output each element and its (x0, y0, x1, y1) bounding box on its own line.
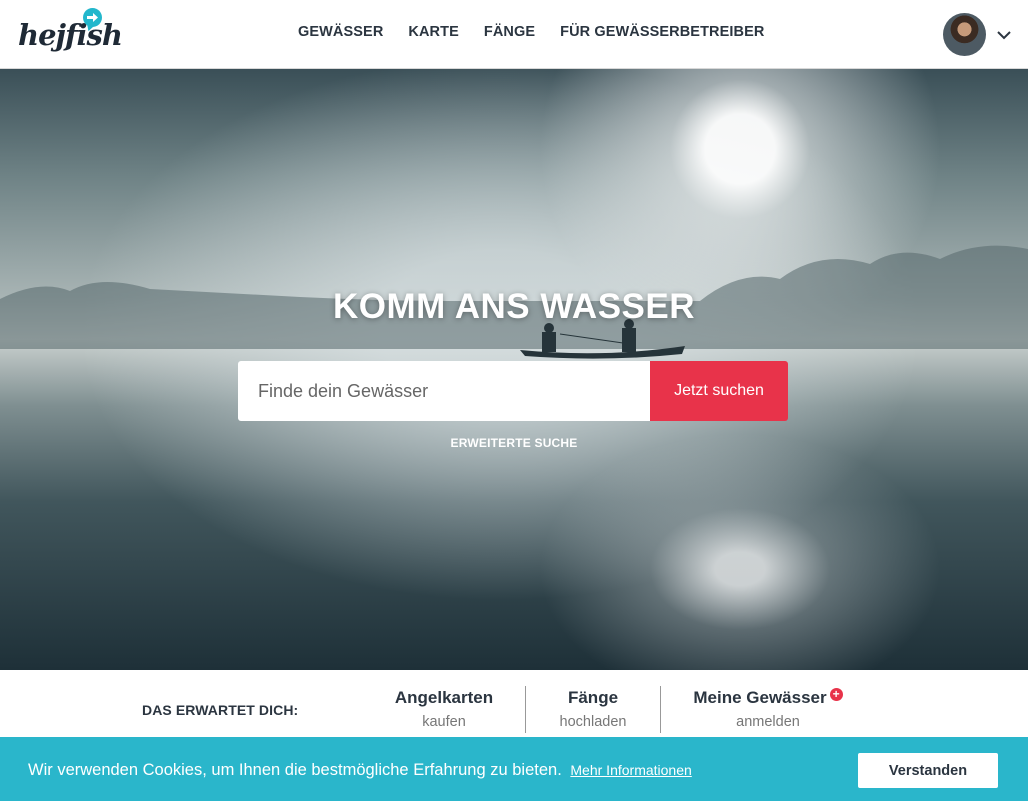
feature-title: Fänge (567, 688, 619, 707)
feature-title: Meine Gewässer (693, 688, 827, 707)
speech-bubble-icon (83, 8, 102, 27)
feature-divider (525, 686, 526, 733)
chevron-down-icon[interactable] (994, 25, 1014, 45)
feature-subtitle: kaufen (422, 714, 466, 730)
cookie-accept-button[interactable]: Verstanden (858, 753, 998, 788)
nav-item-faenge[interactable]: FÄNGE (484, 24, 535, 40)
cookie-message: Wir verwenden Cookies, um Ihnen die best… (28, 761, 562, 779)
feature-meine-gewaesser[interactable]: Meine Gewässer + anmelden (688, 688, 848, 730)
cookie-more-info-link[interactable]: Mehr Informationen (570, 762, 691, 778)
advanced-search-link[interactable]: ERWEITERTE SUCHE (0, 436, 1028, 450)
cookie-banner: Wir verwenden Cookies, um Ihnen die best… (0, 737, 1028, 801)
logo-wordmark: hejfish (18, 18, 123, 52)
hero-title: KOMM ANS WASSER (332, 287, 696, 326)
hejfish-logo[interactable]: hejfish (18, 6, 123, 62)
main-nav: GEWÄSSER KARTE FÄNGE FÜR GEWÄSSERBETREIB… (298, 24, 764, 40)
user-avatar[interactable] (943, 13, 986, 56)
features-label: DAS ERWARTET DICH: (142, 702, 299, 718)
nav-item-gewaesserbetreiber[interactable]: FÜR GEWÄSSERBETREIBER (560, 24, 764, 40)
search-button[interactable]: Jetzt suchen (650, 361, 788, 421)
plus-icon: + (829, 688, 843, 701)
feature-faenge[interactable]: Fänge hochladen (555, 688, 631, 730)
search-bar: Jetzt suchen (238, 361, 788, 421)
feature-title-row: Meine Gewässer + (688, 688, 848, 708)
nav-item-gewaesser[interactable]: GEWÄSSER (298, 24, 383, 40)
nav-item-karte[interactable]: KARTE (408, 24, 458, 40)
search-input[interactable] (238, 361, 650, 421)
features-strip: DAS ERWARTET DICH: Angelkarten kaufen Fä… (0, 670, 1028, 740)
feature-angelkarten[interactable]: Angelkarten kaufen (394, 688, 494, 730)
site-header: hejfish GEWÄSSER KARTE FÄNGE FÜR GEWÄSSE… (0, 0, 1028, 69)
feature-subtitle: anmelden (736, 714, 800, 730)
feature-title: Angelkarten (394, 688, 494, 707)
feature-subtitle: hochladen (559, 714, 627, 730)
feature-divider (660, 686, 661, 733)
cookie-text-row: Wir verwenden Cookies, um Ihnen die best… (28, 761, 692, 780)
user-menu[interactable] (943, 13, 1014, 56)
hero-section: KOMM ANS WASSER Jetzt suchen ERWEITERTE … (0, 69, 1028, 670)
